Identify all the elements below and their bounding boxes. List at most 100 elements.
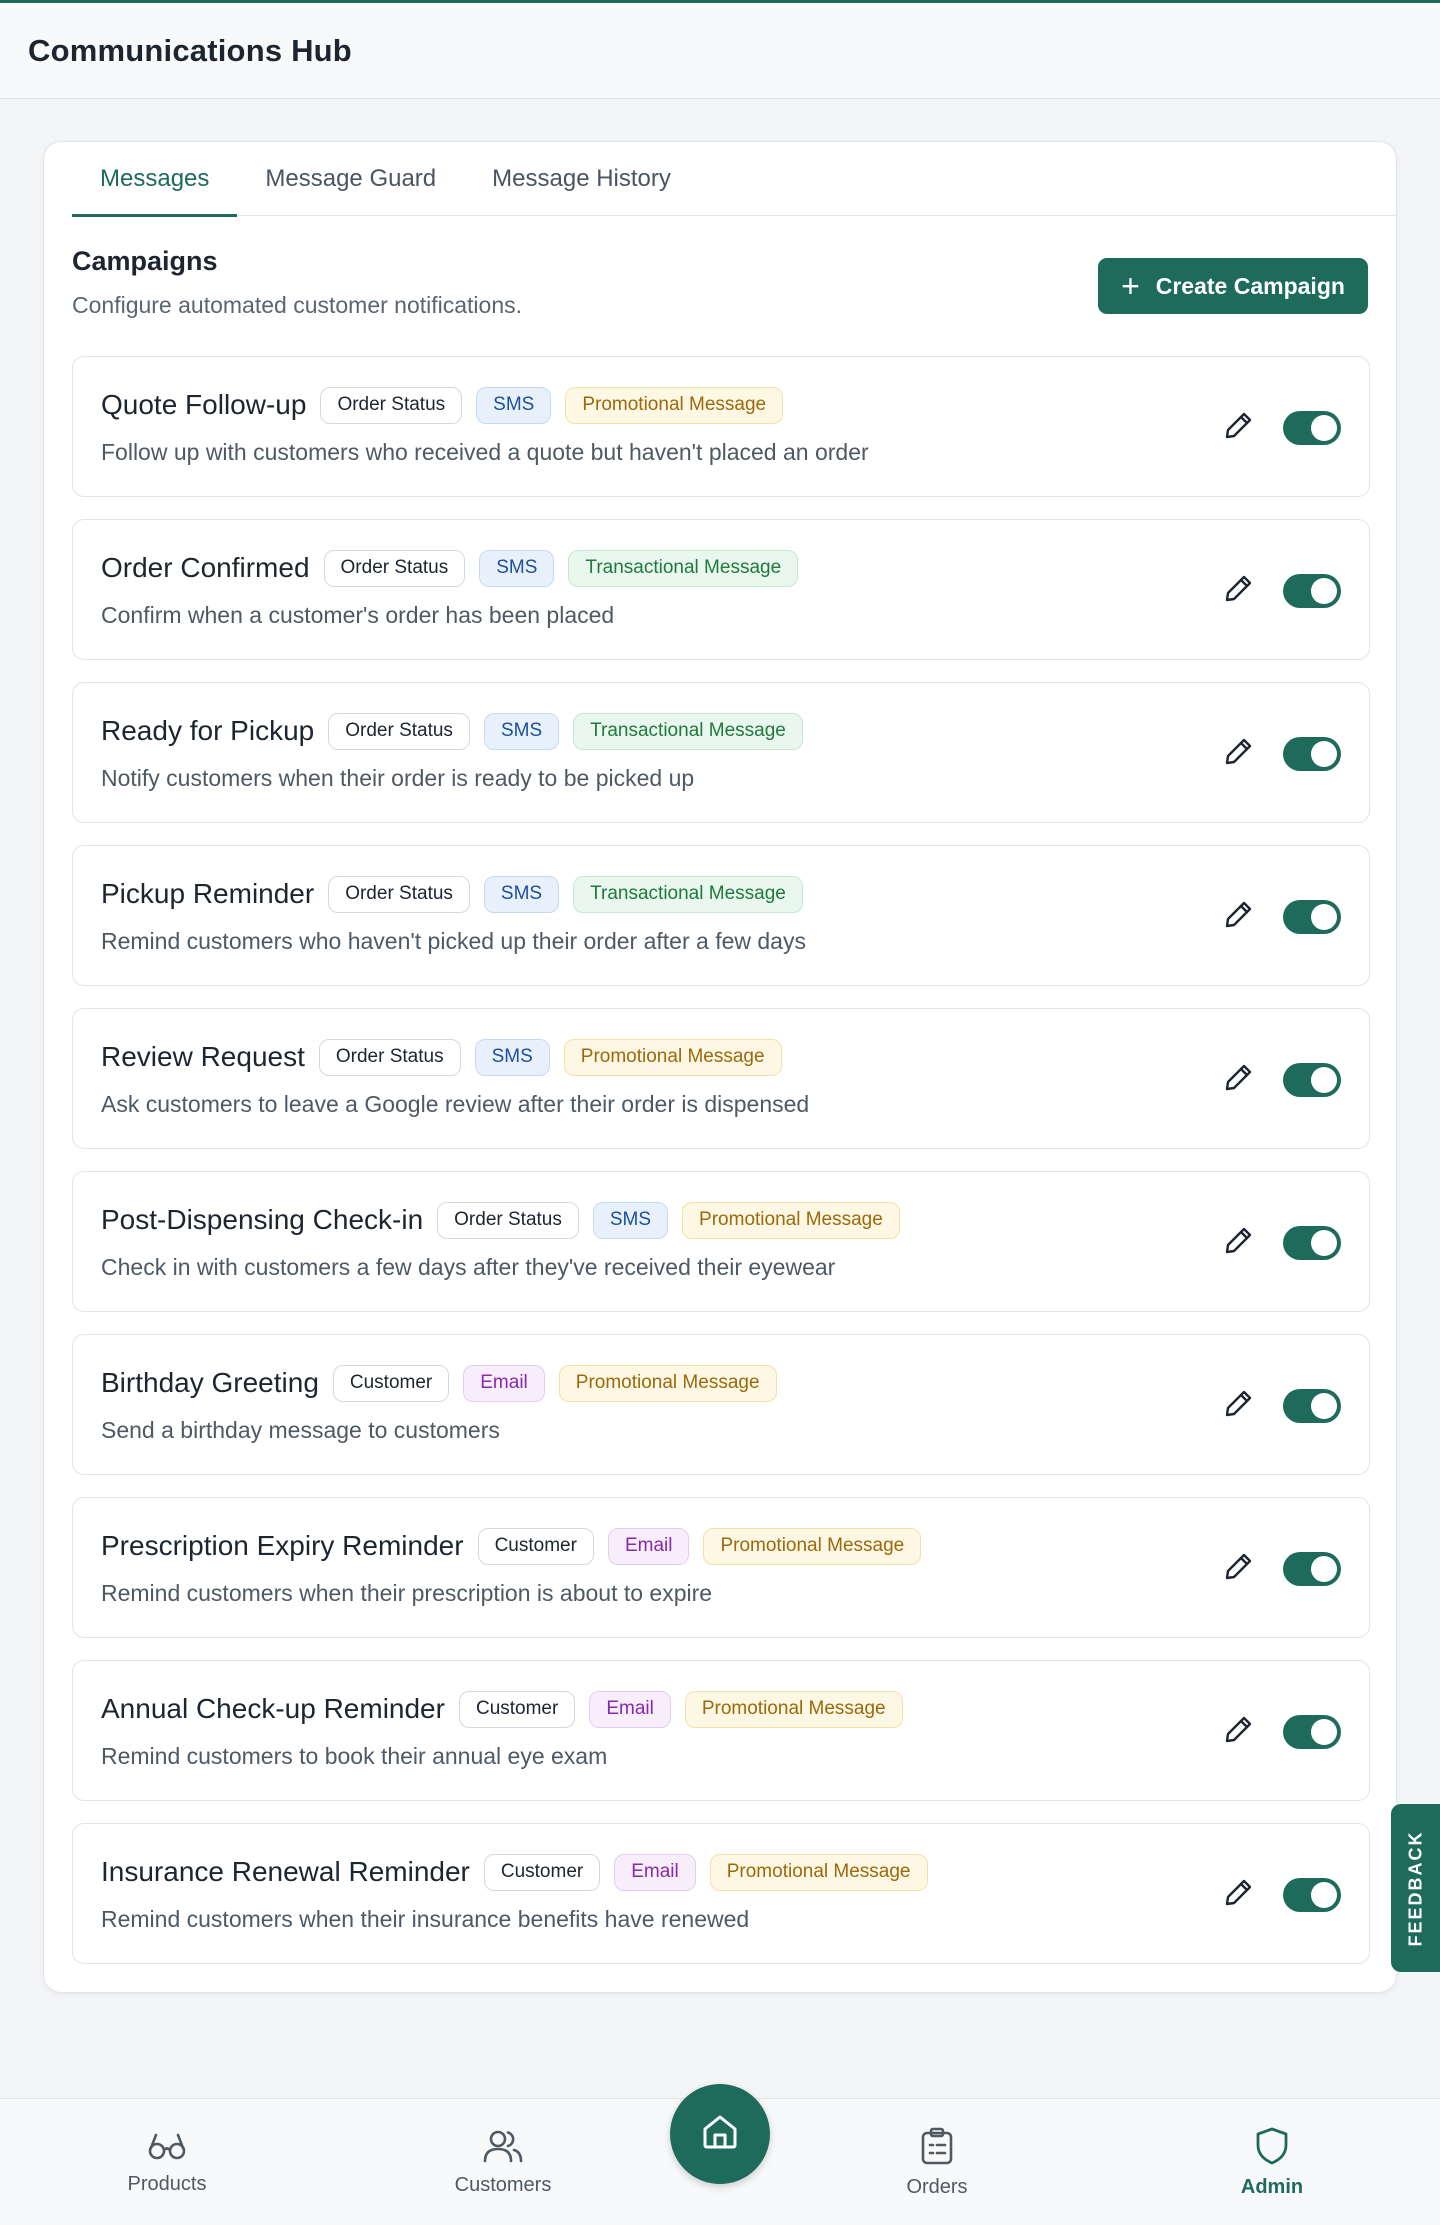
campaign-badge: SMS <box>592 1202 669 1239</box>
edit-campaign-button[interactable] <box>1221 409 1257 445</box>
edit-campaign-button[interactable] <box>1221 1550 1257 1586</box>
campaign-badge: Order Status <box>320 387 463 424</box>
campaign-header: Pickup Reminder Order Status SMS Transactio… <box>101 876 803 913</box>
create-campaign-label: Create Campaign <box>1155 272 1345 299</box>
pencil-icon <box>1224 1877 1254 1912</box>
campaign-badge: Promotional Message <box>703 1528 922 1565</box>
campaign-description: Follow up with customers who received a … <box>101 439 869 465</box>
campaign-description: Ask customers to leave a Google review a… <box>101 1091 810 1117</box>
edit-campaign-button[interactable] <box>1221 1387 1257 1423</box>
toggle-knob <box>1311 904 1337 930</box>
tab-message-guard[interactable]: Message Guard <box>237 142 464 216</box>
edit-campaign-button[interactable] <box>1221 1224 1257 1260</box>
edit-campaign-button[interactable] <box>1221 572 1257 608</box>
campaign-toggle[interactable] <box>1283 1063 1341 1097</box>
campaign-name: Quote Follow-up <box>101 389 307 421</box>
campaign-toggle[interactable] <box>1283 1552 1341 1586</box>
campaign-row: Review Request Order Status SMS Promotional… <box>72 1008 1370 1149</box>
plus-icon: + <box>1121 268 1140 304</box>
campaign-badge: Customer <box>458 1691 576 1728</box>
campaign-badge: SMS <box>474 1039 550 1076</box>
campaign-description: Remind customers when their insurance be… <box>101 1906 750 1932</box>
nav-products-label: Products <box>127 2172 207 2195</box>
campaign-row: Birthday Greeting Customer Email Promotiona… <box>72 1334 1370 1475</box>
campaign-badge: Promotional Message <box>558 1365 777 1402</box>
nav-orders[interactable]: Orders <box>837 2099 1037 2225</box>
campaign-description: Confirm when a customer's order has been… <box>101 602 615 628</box>
tab-message-history[interactable]: Message History <box>464 142 699 216</box>
section-subtitle: Configure automated customer notificatio… <box>72 292 523 318</box>
edit-campaign-button[interactable] <box>1221 1876 1257 1912</box>
edit-campaign-button[interactable] <box>1221 1061 1257 1097</box>
nav-orders-label: Orders <box>906 2175 968 2198</box>
campaign-badge: Promotional Message <box>565 387 784 424</box>
campaign-badge: Order Status <box>328 876 470 913</box>
toggle-knob <box>1311 1719 1337 1745</box>
nav-admin-label: Admin <box>1240 2175 1304 2198</box>
campaign-toggle[interactable] <box>1283 1715 1341 1749</box>
shield-icon <box>1255 2127 1289 2170</box>
campaign-header: Birthday Greeting Customer Email Promotiona… <box>101 1365 777 1402</box>
campaign-name: Order Confirmed <box>101 552 310 584</box>
campaign-toggle[interactable] <box>1283 1878 1341 1912</box>
nav-admin[interactable]: Admin <box>1172 2099 1372 2225</box>
campaign-name: Review Request <box>101 1041 305 1073</box>
campaign-badge: Transactional Message <box>568 550 799 587</box>
campaign-badge: Email <box>614 1854 696 1891</box>
campaign-row: Ready for Pickup Order Status SMS Transacti… <box>72 682 1370 823</box>
campaign-badge: Promotional Message <box>709 1854 928 1891</box>
nav-customers-label: Customers <box>454 2173 552 2196</box>
campaign-description: Check in with customers a few days after… <box>101 1254 836 1280</box>
campaign-badge: SMS <box>476 387 552 424</box>
pencil-icon <box>1224 573 1254 608</box>
nav-products[interactable]: Products <box>67 2099 267 2225</box>
campaign-header: Prescription Expiry Reminder Customer Emai… <box>101 1528 922 1565</box>
campaign-toggle[interactable] <box>1283 411 1341 445</box>
campaign-row: Quote Follow-up Order Status SMS Promotiona… <box>72 356 1370 497</box>
home-button[interactable] <box>670 2084 770 2184</box>
campaign-row: Annual Check-up Reminder Customer Email Pro… <box>72 1660 1370 1801</box>
campaign-row: Prescription Expiry Reminder Customer Emai… <box>72 1497 1370 1638</box>
campaign-badge: SMS <box>483 876 560 913</box>
edit-campaign-button[interactable] <box>1221 1713 1257 1749</box>
campaign-header: Ready for Pickup Order Status SMS Transacti… <box>101 713 803 750</box>
campaign-badge: Customer <box>483 1854 601 1891</box>
campaign-badge: Order Status <box>437 1202 579 1239</box>
campaign-badge: Email <box>463 1365 545 1402</box>
pencil-icon <box>1224 1551 1254 1586</box>
campaign-row: Insurance Renewal Reminder Customer Email P… <box>72 1823 1370 1964</box>
feedback-tab[interactable]: FEEDBACK <box>1391 1804 1440 1972</box>
campaign-row: Post-Dispensing Check-in Order Status SMS P… <box>72 1171 1370 1312</box>
campaign-header: Post-Dispensing Check-in Order Status SMS P… <box>101 1202 900 1239</box>
pencil-icon <box>1224 736 1254 771</box>
communications-card: Messages Message Guard Message History C… <box>43 141 1397 1993</box>
campaign-description: Remind customers who haven't picked up t… <box>101 928 806 954</box>
campaign-row: Order Confirmed Order Status SMS Transactio… <box>72 519 1370 660</box>
page-title: Communications Hub <box>28 32 352 68</box>
campaign-badge: Order Status <box>328 713 470 750</box>
edit-campaign-button[interactable] <box>1221 735 1257 771</box>
pencil-icon <box>1224 1388 1254 1423</box>
pencil-icon <box>1224 1225 1254 1260</box>
campaign-toggle[interactable] <box>1283 1226 1341 1260</box>
edit-campaign-button[interactable] <box>1221 898 1257 934</box>
home-icon <box>700 2112 740 2157</box>
campaign-badge: Order Status <box>323 550 466 587</box>
campaign-toggle[interactable] <box>1283 900 1341 934</box>
campaign-toggle[interactable] <box>1283 1389 1341 1423</box>
campaign-header: Annual Check-up Reminder Customer Email Pro… <box>101 1691 903 1728</box>
pencil-icon <box>1224 1714 1254 1749</box>
campaign-description: Remind customers to book their annual ey… <box>101 1743 608 1769</box>
tab-messages[interactable]: Messages <box>72 142 238 217</box>
campaign-toggle[interactable] <box>1283 737 1341 771</box>
campaign-toggle[interactable] <box>1283 574 1341 608</box>
toggle-knob <box>1311 1067 1337 1093</box>
toggle-knob <box>1311 1556 1337 1582</box>
campaign-badge: SMS <box>483 713 560 750</box>
nav-customers[interactable]: Customers <box>403 2099 603 2225</box>
section-title: Campaigns <box>72 246 218 276</box>
campaign-name: Insurance Renewal Reminder <box>101 1856 470 1888</box>
feedback-label: FEEDBACK <box>1405 1829 1426 1947</box>
create-campaign-button[interactable]: + Create Campaign <box>1098 258 1368 314</box>
toggle-knob <box>1311 578 1337 604</box>
